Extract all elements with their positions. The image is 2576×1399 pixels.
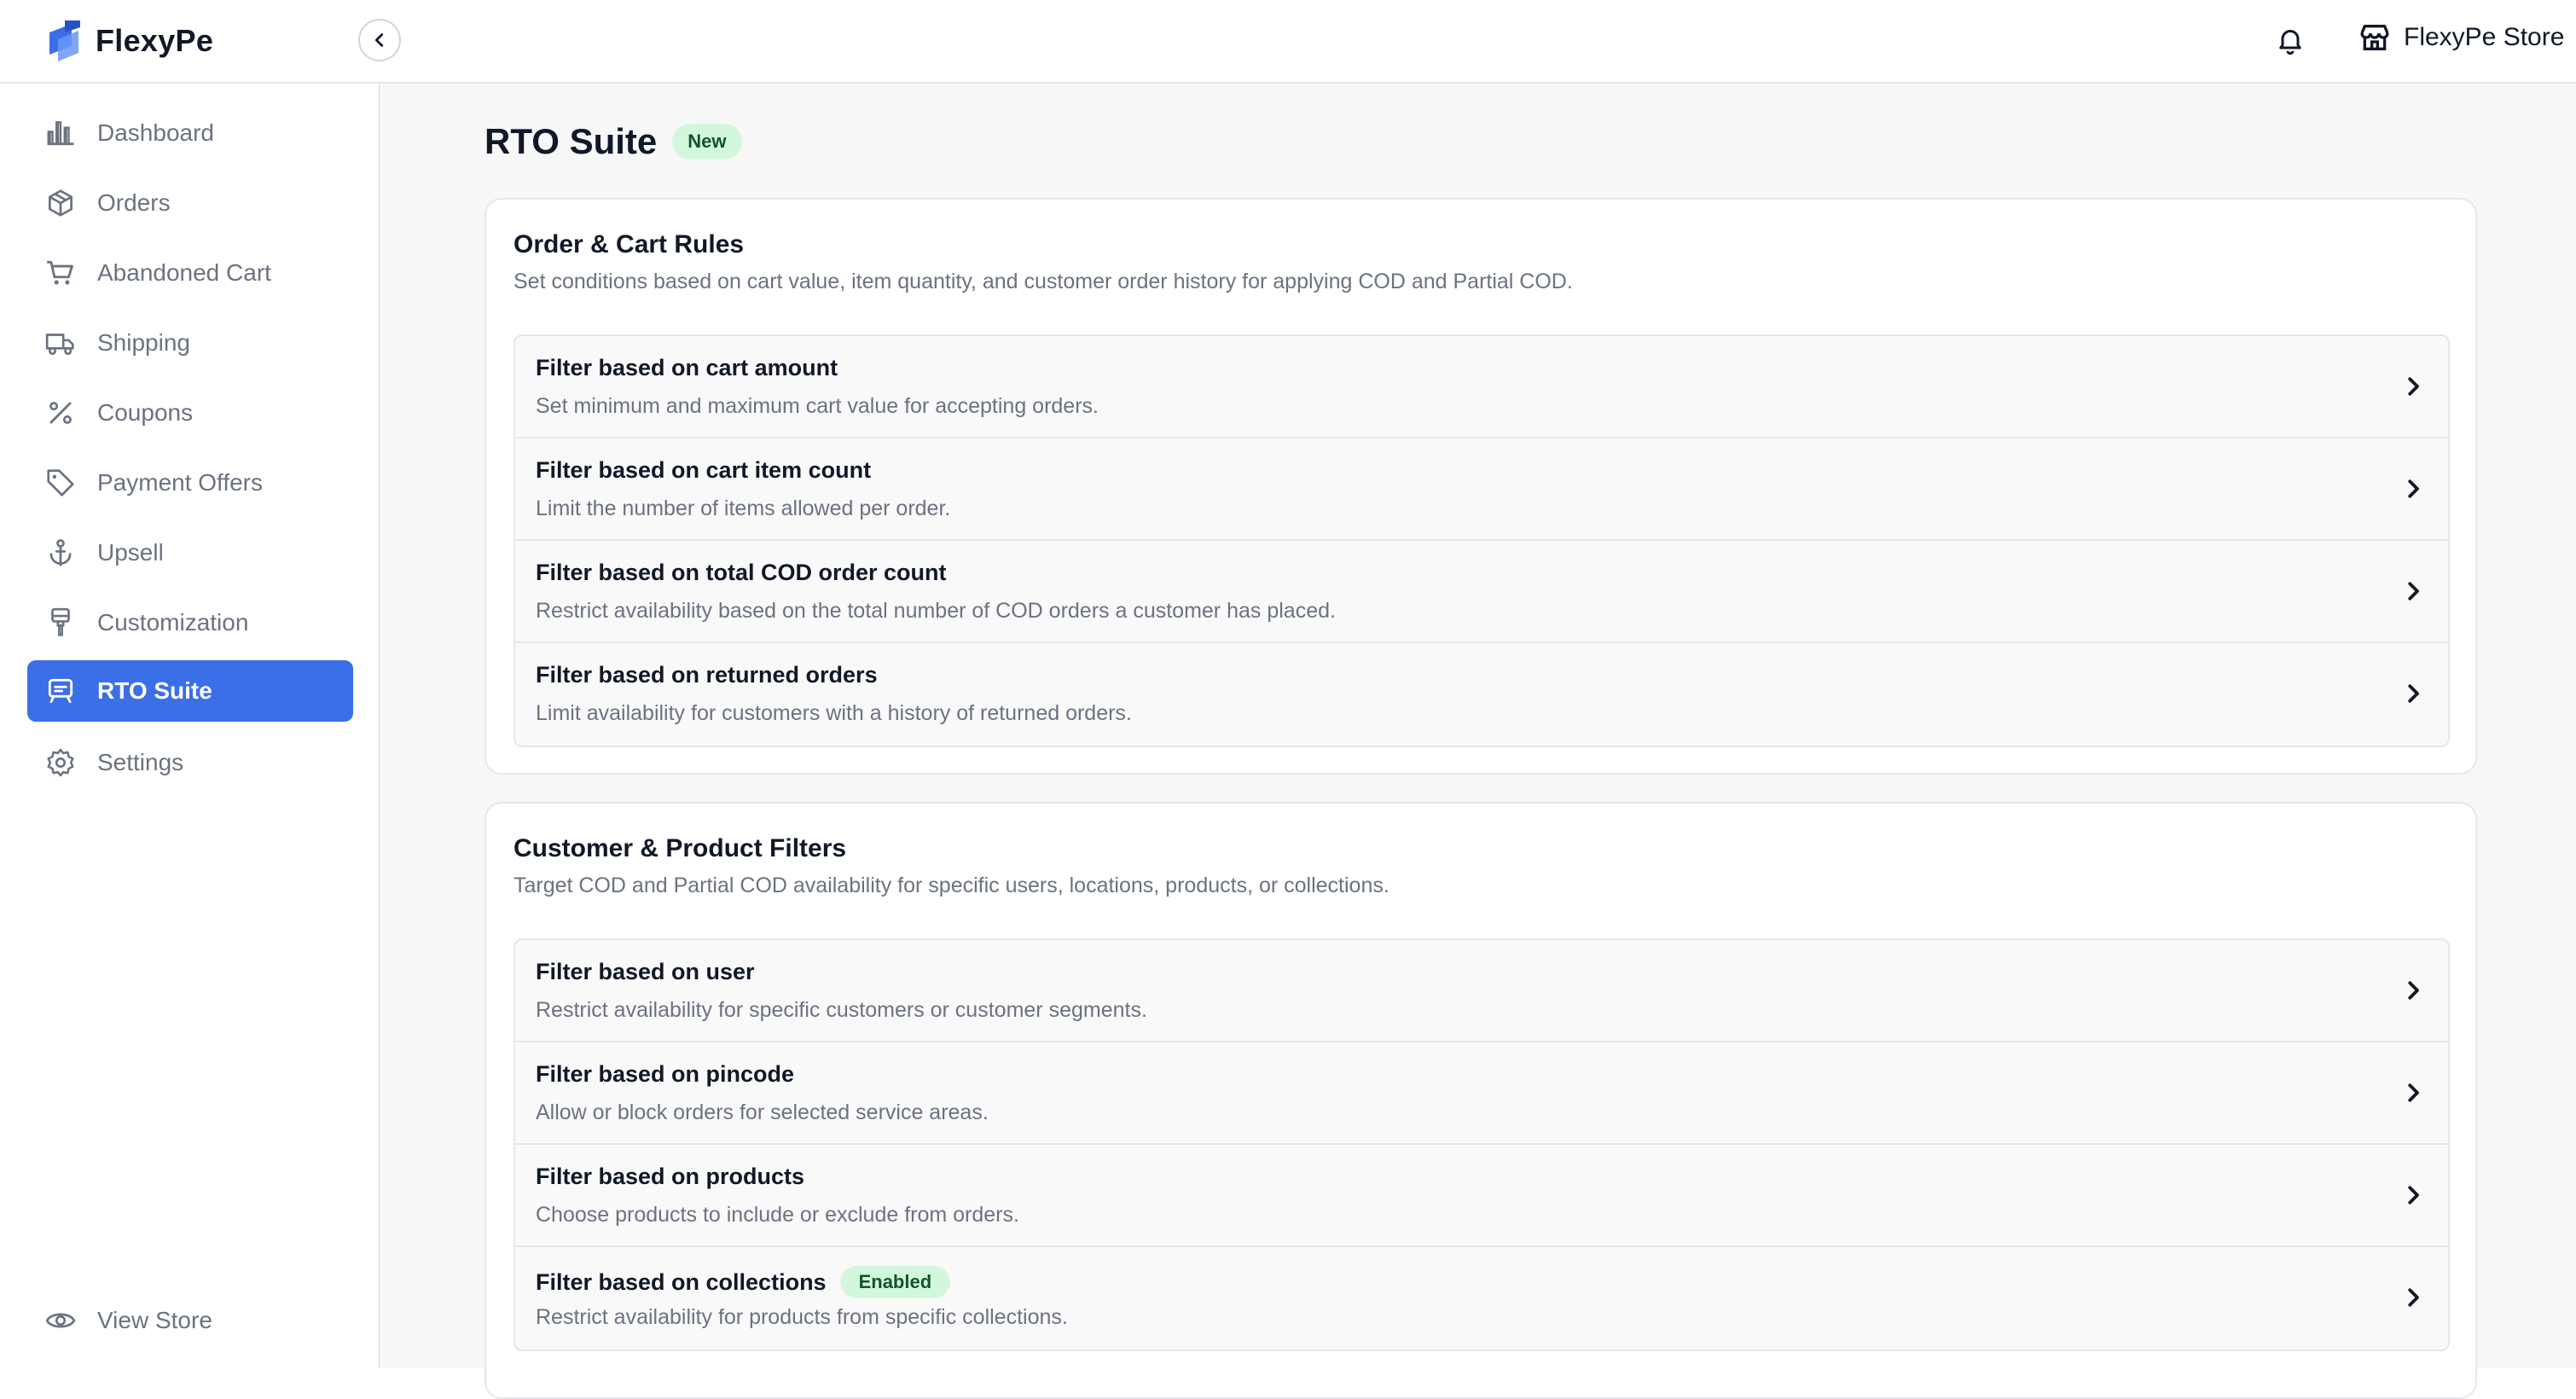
chevron-right-icon <box>2408 1288 2419 1307</box>
section-subtitle: Target COD and Partial COD availability … <box>513 874 1390 897</box>
chevron-right-icon <box>2408 684 2419 703</box>
sidebar-item-label: Shipping <box>97 329 190 356</box>
chevron-left-icon <box>374 33 384 47</box>
rule-row-cart-amount[interactable]: Filter based on cart amount Set minimum … <box>515 336 2448 438</box>
rule-row-returned-orders[interactable]: Filter based on returned orders Limit av… <box>515 643 2448 746</box>
percent-icon <box>49 402 72 424</box>
section-title: Customer & Product Filters <box>513 834 847 862</box>
box-icon <box>48 189 73 217</box>
eye-icon <box>45 1313 76 1328</box>
new-badge: New <box>672 124 742 160</box>
brand-logo[interactable]: FlexyPe <box>46 19 213 63</box>
chevron-right-icon <box>2408 981 2419 1000</box>
sidebar-item-coupons[interactable]: Coupons <box>27 382 353 444</box>
filter-description: Restrict availability for products from … <box>536 1305 1068 1329</box>
sidebar-item-customization[interactable]: Customization <box>27 592 353 653</box>
sidebar-item-rto-suite[interactable]: RTO Suite <box>27 660 353 722</box>
filter-description: Choose products to include or exclude fr… <box>536 1203 1019 1227</box>
sidebar-item-label: Settings <box>97 749 184 775</box>
rule-description: Limit availability for customers with a … <box>536 701 1132 725</box>
view-store-label: View Store <box>97 1307 212 1333</box>
sidebar-item-payment-offers[interactable]: Payment Offers <box>27 452 353 514</box>
sidebar-item-abandoned-cart[interactable]: Abandoned Cart <box>27 242 353 304</box>
cart-icon <box>47 260 73 285</box>
sidebar-item-label: Orders <box>97 189 171 216</box>
anchor-icon <box>49 539 72 566</box>
sidebar-item-label: Abandoned Cart <box>97 259 271 286</box>
filter-description: Allow or block orders for selected servi… <box>536 1100 989 1124</box>
sidebar-item-upsell[interactable]: Upsell <box>27 522 353 583</box>
truck-icon <box>45 334 74 356</box>
rule-row-cart-item-count[interactable]: Filter based on cart item count Limit th… <box>515 438 2448 541</box>
view-store-link[interactable]: View Store <box>27 1290 353 1351</box>
filter-row-pincode[interactable]: Filter based on pincode Allow or block o… <box>515 1042 2448 1145</box>
store-switcher[interactable]: FlexyPe Store <box>2358 20 2564 55</box>
filter-title: Filter based on products <box>536 1164 805 1189</box>
gear-icon <box>47 748 74 777</box>
top-bar: FlexyPe FlexyPe Store <box>0 0 2576 84</box>
sidebar-item-settings[interactable]: Settings <box>27 732 353 793</box>
filter-row-products[interactable]: Filter based on products Choose products… <box>515 1145 2448 1247</box>
rule-title: Filter based on cart amount <box>536 355 838 380</box>
chevron-right-icon <box>2408 1186 2419 1205</box>
store-name: FlexyPe Store <box>2404 23 2565 51</box>
rules-list: Filter based on cart amount Set minimum … <box>513 334 2450 747</box>
sidebar-item-label: Dashboard <box>97 119 214 146</box>
filter-row-collections[interactable]: Filter based on collections Enabled Rest… <box>515 1247 2448 1350</box>
chevron-right-icon <box>2408 479 2419 498</box>
sidebar-item-label: Coupons <box>97 399 194 426</box>
enabled-badge: Enabled <box>839 1266 951 1298</box>
sidebar-item-label: Payment Offers <box>97 469 264 496</box>
filter-description: Restrict availability for specific custo… <box>536 998 1147 1022</box>
order-cart-rules-card: Order & Cart Rules Set conditions based … <box>484 198 2477 775</box>
section-subtitle: Set conditions based on cart value, item… <box>513 270 1573 293</box>
chevron-right-icon <box>2408 377 2419 396</box>
filter-row-user[interactable]: Filter based on user Restrict availabili… <box>515 940 2448 1042</box>
bell-icon <box>2279 30 2301 55</box>
rule-description: Limit the number of items allowed per or… <box>536 496 951 520</box>
customer-product-filters-card: Customer & Product Filters Target COD an… <box>484 802 2477 1399</box>
rule-description: Set minimum and maximum cart value for a… <box>536 394 1099 418</box>
tag-icon <box>47 469 74 496</box>
bar-chart-icon <box>47 120 74 146</box>
brand-name: FlexyPe <box>96 23 214 58</box>
rule-title: Filter based on cart item count <box>536 457 872 483</box>
rule-title: Filter based on total COD order count <box>536 560 947 585</box>
sidebar-item-orders[interactable]: Orders <box>27 172 353 234</box>
filter-title: Filter based on user <box>536 959 755 984</box>
filter-title: Filter based on collections <box>536 1268 827 1295</box>
chevron-right-icon <box>2408 582 2419 601</box>
rule-title: Filter based on returned orders <box>536 662 878 688</box>
sidebar: Dashboard Orders Abandoned Cart Shipping… <box>0 84 380 1368</box>
notifications-button[interactable] <box>2272 22 2308 58</box>
sidebar-item-label: RTO Suite <box>97 677 212 704</box>
main-content: RTO Suite New Order & Cart Rules Set con… <box>382 84 2576 1399</box>
rule-description: Restrict availability based on the total… <box>536 599 1336 623</box>
filter-title-group: Filter based on collections Enabled <box>536 1266 951 1298</box>
paint-brush-icon <box>51 607 70 636</box>
rto-icon <box>48 678 73 704</box>
flexype-logo-icon <box>49 20 80 61</box>
chevron-right-icon <box>2408 1083 2419 1102</box>
page-header: RTO Suite New <box>484 121 742 162</box>
section-title: Order & Cart Rules <box>513 230 745 258</box>
filter-title: Filter based on pincode <box>536 1061 795 1087</box>
filters-list: Filter based on user Restrict availabili… <box>513 938 2450 1351</box>
collapse-sidebar-button[interactable] <box>358 19 401 61</box>
rule-row-cod-order-count[interactable]: Filter based on total COD order count Re… <box>515 541 2448 643</box>
sidebar-item-dashboard[interactable]: Dashboard <box>27 102 353 164</box>
sidebar-item-label: Customization <box>97 609 249 636</box>
store-icon <box>2360 25 2389 50</box>
sidebar-item-label: Upsell <box>97 539 164 566</box>
page-title: RTO Suite <box>484 121 658 161</box>
sidebar-item-shipping[interactable]: Shipping <box>27 312 353 374</box>
